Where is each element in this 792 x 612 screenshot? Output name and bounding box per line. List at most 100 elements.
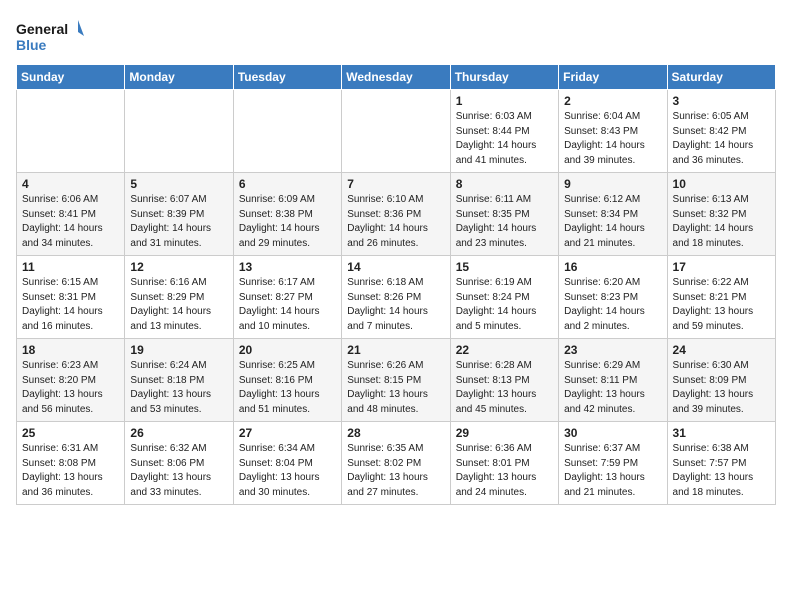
- day-info: Sunrise: 6:38 AM Sunset: 7:57 PM Dayligh…: [673, 442, 770, 500]
- day-cell: [233, 90, 341, 173]
- day-number: 13: [239, 260, 336, 274]
- day-cell: 8 Sunrise: 6:11 AM Sunset: 8:35 PM Daylig…: [450, 173, 558, 256]
- day-cell: 27Sunrise: 6:34 AM Sunset: 8:04 PM Dayli…: [233, 422, 341, 505]
- day-cell: 10 Sunrise: 6:13 AM Sunset: 8:32 PM Dayli…: [667, 173, 775, 256]
- day-info: Sunrise: 6:04 AM Sunset: 8:43 PM Dayligh…: [564, 110, 661, 168]
- day-info: Sunrise: 6:20 AM Sunset: 8:23 PM Dayligh…: [564, 276, 661, 334]
- calendar-body: 1Sunrise: 6:03 AM Sunset: 8:44 PM Daylig…: [17, 90, 776, 505]
- calendar-header-row: SundayMondayTuesdayWednesdayThursdayFrid…: [17, 65, 776, 90]
- day-cell: 12Sunrise: 6:16 AM Sunset: 8:29 PM Dayli…: [125, 256, 233, 339]
- header-cell-saturday: Saturday: [667, 65, 775, 90]
- day-info: Sunrise: 6:25 AM Sunset: 8:16 PM Dayligh…: [239, 359, 336, 417]
- day-info: Sunrise: 6:15 AM Sunset: 8:31 PM Dayligh…: [22, 276, 119, 334]
- day-cell: [342, 90, 450, 173]
- day-number: 15: [456, 260, 553, 274]
- week-row-2: 4 Sunrise: 6:06 AM Sunset: 8:41 PM Daylig…: [17, 173, 776, 256]
- day-cell: 29 Sunrise: 6:36 AM Sunset: 8:01 PM Dayli…: [450, 422, 558, 505]
- day-number: 19: [130, 343, 227, 357]
- day-cell: 18 Sunrise: 6:23 AM Sunset: 8:20 PM Dayli…: [17, 339, 125, 422]
- day-cell: 15Sunrise: 6:19 AM Sunset: 8:24 PM Dayli…: [450, 256, 558, 339]
- day-number: 9: [564, 177, 661, 191]
- day-number: 11: [22, 260, 119, 274]
- week-row-1: 1Sunrise: 6:03 AM Sunset: 8:44 PM Daylig…: [17, 90, 776, 173]
- svg-text:General: General: [16, 21, 68, 37]
- day-number: 31: [673, 426, 770, 440]
- day-number: 20: [239, 343, 336, 357]
- day-cell: 16 Sunrise: 6:20 AM Sunset: 8:23 PM Dayli…: [559, 256, 667, 339]
- day-info: Sunrise: 6:23 AM Sunset: 8:20 PM Dayligh…: [22, 359, 119, 417]
- day-info: Sunrise: 6:31 AM Sunset: 8:08 PM Dayligh…: [22, 442, 119, 500]
- week-row-3: 11 Sunrise: 6:15 AM Sunset: 8:31 PM Dayli…: [17, 256, 776, 339]
- day-cell: 20 Sunrise: 6:25 AM Sunset: 8:16 PM Dayli…: [233, 339, 341, 422]
- day-info: Sunrise: 6:32 AM Sunset: 8:06 PM Dayligh…: [130, 442, 227, 500]
- day-cell: 4 Sunrise: 6:06 AM Sunset: 8:41 PM Daylig…: [17, 173, 125, 256]
- day-number: 8: [456, 177, 553, 191]
- header-cell-friday: Friday: [559, 65, 667, 90]
- day-cell: 28Sunrise: 6:35 AM Sunset: 8:02 PM Dayli…: [342, 422, 450, 505]
- logo: General Blue: [16, 16, 86, 56]
- day-cell: 9 Sunrise: 6:12 AM Sunset: 8:34 PM Daylig…: [559, 173, 667, 256]
- day-info: Sunrise: 6:30 AM Sunset: 8:09 PM Dayligh…: [673, 359, 770, 417]
- day-cell: 6Sunrise: 6:09 AM Sunset: 8:38 PM Daylig…: [233, 173, 341, 256]
- day-info: Sunrise: 6:12 AM Sunset: 8:34 PM Dayligh…: [564, 193, 661, 251]
- day-cell: 13 Sunrise: 6:17 AM Sunset: 8:27 PM Dayli…: [233, 256, 341, 339]
- day-cell: 17Sunrise: 6:22 AM Sunset: 8:21 PM Dayli…: [667, 256, 775, 339]
- logo-svg: General Blue: [16, 16, 86, 56]
- day-cell: 21 Sunrise: 6:26 AM Sunset: 8:15 PM Dayli…: [342, 339, 450, 422]
- calendar-table: SundayMondayTuesdayWednesdayThursdayFrid…: [16, 64, 776, 505]
- week-row-4: 18 Sunrise: 6:23 AM Sunset: 8:20 PM Dayli…: [17, 339, 776, 422]
- day-cell: 31 Sunrise: 6:38 AM Sunset: 7:57 PM Dayli…: [667, 422, 775, 505]
- day-number: 29: [456, 426, 553, 440]
- day-info: Sunrise: 6:17 AM Sunset: 8:27 PM Dayligh…: [239, 276, 336, 334]
- day-number: 24: [673, 343, 770, 357]
- day-number: 4: [22, 177, 119, 191]
- day-number: 26: [130, 426, 227, 440]
- day-info: Sunrise: 6:28 AM Sunset: 8:13 PM Dayligh…: [456, 359, 553, 417]
- day-info: Sunrise: 6:07 AM Sunset: 8:39 PM Dayligh…: [130, 193, 227, 251]
- day-number: 5: [130, 177, 227, 191]
- header-cell-monday: Monday: [125, 65, 233, 90]
- day-cell: 14Sunrise: 6:18 AM Sunset: 8:26 PM Dayli…: [342, 256, 450, 339]
- day-number: 27: [239, 426, 336, 440]
- day-cell: 19 Sunrise: 6:24 AM Sunset: 8:18 PM Dayli…: [125, 339, 233, 422]
- day-number: 21: [347, 343, 444, 357]
- day-cell: 1Sunrise: 6:03 AM Sunset: 8:44 PM Daylig…: [450, 90, 558, 173]
- day-number: 7: [347, 177, 444, 191]
- day-info: Sunrise: 6:06 AM Sunset: 8:41 PM Dayligh…: [22, 193, 119, 251]
- day-info: Sunrise: 6:11 AM Sunset: 8:35 PM Dayligh…: [456, 193, 553, 251]
- day-number: 3: [673, 94, 770, 108]
- day-info: Sunrise: 6:16 AM Sunset: 8:29 PM Dayligh…: [130, 276, 227, 334]
- day-cell: 30Sunrise: 6:37 AM Sunset: 7:59 PM Dayli…: [559, 422, 667, 505]
- header-cell-sunday: Sunday: [17, 65, 125, 90]
- day-number: 23: [564, 343, 661, 357]
- day-cell: [125, 90, 233, 173]
- day-cell: 23 Sunrise: 6:29 AM Sunset: 8:11 PM Dayli…: [559, 339, 667, 422]
- header-cell-thursday: Thursday: [450, 65, 558, 90]
- day-number: 25: [22, 426, 119, 440]
- day-cell: 5 Sunrise: 6:07 AM Sunset: 8:39 PM Daylig…: [125, 173, 233, 256]
- day-number: 16: [564, 260, 661, 274]
- day-cell: 26 Sunrise: 6:32 AM Sunset: 8:06 PM Dayli…: [125, 422, 233, 505]
- day-info: Sunrise: 6:13 AM Sunset: 8:32 PM Dayligh…: [673, 193, 770, 251]
- day-cell: 11 Sunrise: 6:15 AM Sunset: 8:31 PM Dayli…: [17, 256, 125, 339]
- page-header: General Blue: [16, 16, 776, 56]
- week-row-5: 25 Sunrise: 6:31 AM Sunset: 8:08 PM Dayli…: [17, 422, 776, 505]
- day-info: Sunrise: 6:24 AM Sunset: 8:18 PM Dayligh…: [130, 359, 227, 417]
- day-cell: 24 Sunrise: 6:30 AM Sunset: 8:09 PM Dayli…: [667, 339, 775, 422]
- header-cell-tuesday: Tuesday: [233, 65, 341, 90]
- day-number: 28: [347, 426, 444, 440]
- day-number: 10: [673, 177, 770, 191]
- day-number: 6: [239, 177, 336, 191]
- day-info: Sunrise: 6:29 AM Sunset: 8:11 PM Dayligh…: [564, 359, 661, 417]
- svg-text:Blue: Blue: [16, 37, 47, 53]
- day-info: Sunrise: 6:37 AM Sunset: 7:59 PM Dayligh…: [564, 442, 661, 500]
- day-cell: 2 Sunrise: 6:04 AM Sunset: 8:43 PM Daylig…: [559, 90, 667, 173]
- day-cell: 22Sunrise: 6:28 AM Sunset: 8:13 PM Dayli…: [450, 339, 558, 422]
- day-cell: [17, 90, 125, 173]
- day-info: Sunrise: 6:26 AM Sunset: 8:15 PM Dayligh…: [347, 359, 444, 417]
- day-info: Sunrise: 6:36 AM Sunset: 8:01 PM Dayligh…: [456, 442, 553, 500]
- day-info: Sunrise: 6:22 AM Sunset: 8:21 PM Dayligh…: [673, 276, 770, 334]
- day-info: Sunrise: 6:10 AM Sunset: 8:36 PM Dayligh…: [347, 193, 444, 251]
- day-number: 18: [22, 343, 119, 357]
- day-number: 2: [564, 94, 661, 108]
